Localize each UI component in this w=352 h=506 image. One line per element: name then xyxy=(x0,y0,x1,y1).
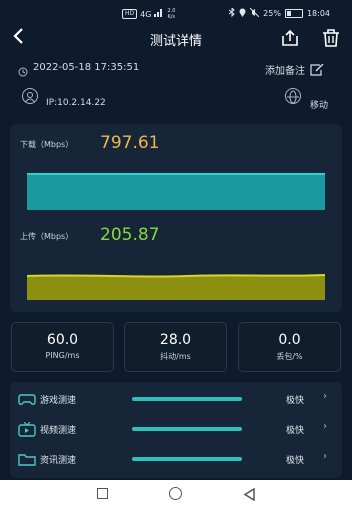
mute-icon xyxy=(249,7,260,19)
delete-button[interactable] xyxy=(322,29,340,51)
gamepad-icon xyxy=(18,394,36,405)
edit-icon xyxy=(310,63,324,76)
share-button[interactable] xyxy=(281,29,299,51)
packet-loss-label: 丢包/% xyxy=(276,352,303,361)
chevron-right-icon: › xyxy=(323,421,327,432)
home-button[interactable] xyxy=(169,487,182,500)
upload-label: 上传（Mbps） xyxy=(20,232,74,241)
download-graph xyxy=(27,173,325,210)
add-note-button[interactable]: 添加备注 xyxy=(265,62,324,77)
download-value: 797.61 xyxy=(100,133,160,153)
ip-address: IP:10.2.14.22 xyxy=(46,98,106,108)
packet-loss-value: 0.0 xyxy=(278,332,301,348)
add-note-label: 添加备注 xyxy=(265,66,305,77)
upload-value: 205.87 xyxy=(100,225,160,245)
clock-icon xyxy=(18,62,28,81)
system-nav-bar xyxy=(0,480,352,506)
row-speed: 极快 xyxy=(286,456,305,466)
carrier: 移动 xyxy=(310,101,329,111)
status-left: HD 4G 2.0 K/s xyxy=(122,8,175,20)
row-speed: 极快 xyxy=(286,426,305,436)
clock: 18:04 xyxy=(306,9,330,18)
top-bar: 测试详情 xyxy=(0,26,352,52)
test-datetime: 2022-05-18 17:35:51 xyxy=(33,62,140,73)
globe-icon xyxy=(285,88,301,104)
list-item-game[interactable]: 游戏测速 极快 › xyxy=(10,385,342,415)
user-icon xyxy=(22,88,38,104)
battery-percent: 25% xyxy=(263,9,281,18)
chevron-right-icon: › xyxy=(323,451,327,462)
progress-bar xyxy=(132,427,242,431)
trash-icon xyxy=(323,29,339,47)
upload-graph xyxy=(27,274,325,300)
progress-bar xyxy=(132,397,242,401)
net-speed-unit: K/s xyxy=(167,14,176,20)
hd-badge: HD xyxy=(122,9,138,19)
ping-value: 60.0 xyxy=(46,332,79,348)
page-title: 测试详情 xyxy=(149,34,202,49)
folder-icon xyxy=(18,454,36,466)
chevron-right-icon: › xyxy=(323,391,327,402)
row-label: 视频测速 xyxy=(40,426,77,436)
system-back-button[interactable] xyxy=(243,486,255,505)
jitter-label: 抖动/ms xyxy=(160,352,191,361)
network-type: 4G xyxy=(140,9,152,19)
jitter-box: 28.0 抖动/ms xyxy=(124,322,227,372)
signal-icon xyxy=(154,9,164,19)
list-item-video[interactable]: 视频测速 极快 › xyxy=(10,415,342,445)
speed-panel: 下载（Mbps） 797.61 上传（Mbps） 205.87 xyxy=(10,124,342,312)
progress-bar xyxy=(132,457,242,461)
bluetooth-icon xyxy=(228,6,235,19)
packet-loss-box: 0.0 丢包/% xyxy=(238,322,341,372)
recents-button[interactable] xyxy=(97,488,108,499)
jitter-value: 28.0 xyxy=(159,332,192,348)
status-bar: HD 4G 2.0 K/s 25% 18:04 xyxy=(0,0,352,26)
net-speed: 2.0 K/s xyxy=(167,8,175,20)
triangle-back-icon xyxy=(243,487,255,502)
row-speed: 极快 xyxy=(286,396,305,406)
ping-box: 60.0 PING/ms xyxy=(11,322,114,372)
list-item-news[interactable]: 资讯测速 极快 › xyxy=(10,445,342,475)
status-right: 25% 18:04 xyxy=(228,6,330,19)
row-label: 资讯测速 xyxy=(40,456,77,466)
ping-label: PING/ms xyxy=(45,351,80,360)
battery-icon xyxy=(284,9,303,18)
download-label: 下载（Mbps） xyxy=(20,140,74,149)
row-label: 游戏测速 xyxy=(40,396,77,406)
tv-icon xyxy=(18,422,36,437)
share-icon xyxy=(282,29,298,46)
location-icon xyxy=(239,8,246,19)
